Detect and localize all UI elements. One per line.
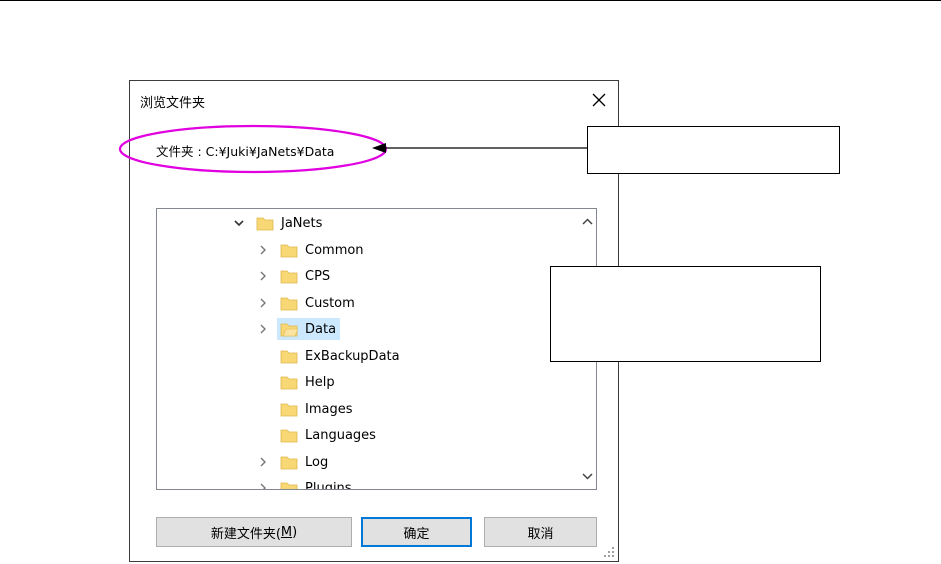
folder-tree[interactable]: JaNets Common CPS Custom Data ExBackupDa…: [156, 208, 597, 490]
chevron-down-icon[interactable]: [233, 217, 245, 229]
folder-icon: [280, 244, 298, 258]
folder-icon: [280, 456, 298, 470]
close-icon: [592, 93, 606, 107]
tree-item-label: Data: [305, 321, 337, 337]
new-folder-label-prefix: 新建文件夹(: [210, 526, 281, 542]
ok-button-label: 确定: [403, 526, 430, 542]
folder-icon: [280, 297, 298, 311]
tree-item-label: CPS: [305, 268, 331, 284]
tree-item-label: Common: [305, 242, 364, 258]
chevron-right-icon[interactable]: [257, 482, 269, 490]
resize-grip-icon[interactable]: [603, 546, 615, 558]
tree-item-label: Custom: [305, 295, 355, 311]
tree-item-plugins[interactable]: Plugins: [257, 477, 356, 490]
folder-icon: [256, 217, 274, 231]
dialog-title: 浏览文件夹: [140, 96, 206, 111]
tree-item-label: Help: [305, 374, 335, 390]
tree-item-label: JaNets: [281, 215, 323, 231]
tree-item-janets[interactable]: JaNets: [233, 212, 326, 234]
tree-item-label: Languages: [305, 427, 376, 443]
top-rule: [0, 0, 941, 1]
tree-item-label: ExBackupData: [305, 348, 400, 364]
tree-item-label: Plugins: [305, 480, 352, 490]
tree-item-custom[interactable]: Custom: [257, 292, 359, 314]
tree-item-data[interactable]: Data: [257, 318, 341, 340]
new-folder-button[interactable]: 新建文件夹(M): [156, 517, 352, 547]
tree-item-languages[interactable]: Languages: [257, 424, 380, 446]
tree-item-cps[interactable]: CPS: [257, 265, 334, 287]
ok-button[interactable]: 确定: [361, 517, 472, 547]
tree-item-images[interactable]: Images: [257, 398, 357, 420]
tree-item-log[interactable]: Log: [257, 451, 332, 473]
new-folder-accelerator-key: M: [280, 524, 293, 540]
callout-arrow: [372, 143, 587, 153]
scroll-up-arrow-icon[interactable]: [581, 217, 594, 227]
tree-item-common[interactable]: Common: [257, 239, 368, 261]
scroll-down-arrow-icon[interactable]: [581, 471, 594, 481]
folder-icon: [280, 376, 298, 390]
chevron-right-icon[interactable]: [257, 323, 269, 335]
chevron-right-icon[interactable]: [257, 244, 269, 256]
tree-item-label: Log: [305, 454, 329, 470]
folder-icon: [280, 403, 298, 417]
close-button[interactable]: [585, 87, 613, 113]
folder-icon: [280, 270, 298, 284]
chevron-right-icon[interactable]: [257, 270, 269, 282]
chevron-right-icon[interactable]: [257, 456, 269, 468]
tree-item-help[interactable]: Help: [257, 371, 339, 393]
folder-icon: [280, 482, 298, 489]
new-folder-label-suffix: ): [292, 524, 298, 540]
tree-item-exbackupdata[interactable]: ExBackupData: [257, 345, 404, 367]
chevron-right-icon[interactable]: [257, 297, 269, 309]
folder-icon: [280, 429, 298, 443]
cancel-button-label: 取消: [527, 526, 554, 542]
folder-open-icon: [280, 323, 298, 337]
tree-item-label: Images: [305, 401, 353, 417]
folder-path-label: 文件夹 : C:¥Juki¥JaNets¥Data: [156, 144, 335, 159]
folder-icon: [280, 350, 298, 364]
callout-box-tree: [550, 266, 821, 362]
cancel-button[interactable]: 取消: [484, 517, 597, 547]
callout-box-path: [587, 126, 840, 174]
